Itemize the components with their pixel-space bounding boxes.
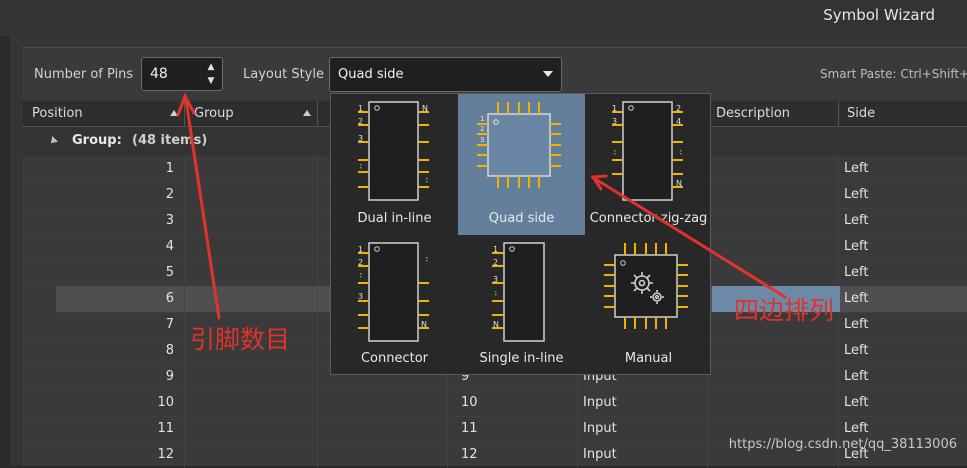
watermark: https://blog.csdn.net/qq_38113006 [728, 437, 957, 452]
annotation-quad-note: 四边排列 [734, 296, 835, 325]
annotation-arrows [176, 92, 787, 320]
arrow-to-quad-side [595, 178, 787, 299]
annotation-pins-note: 引脚数目 [190, 325, 291, 354]
arrow-to-pins-input [184, 98, 221, 320]
